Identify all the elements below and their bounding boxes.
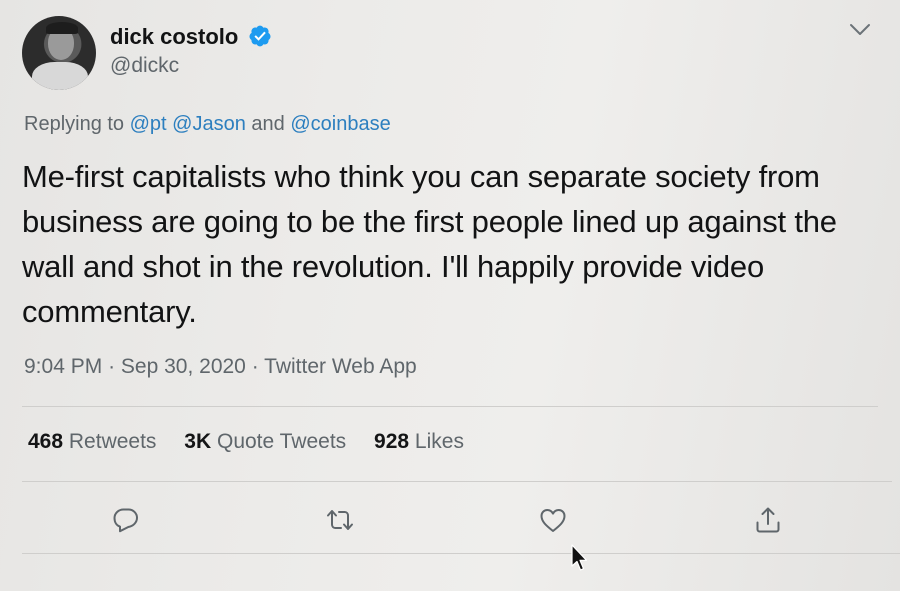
meta-separator: · — [108, 355, 116, 378]
quote-tweets-stat[interactable]: 3K Quote Tweets — [184, 430, 346, 454]
avatar[interactable] — [22, 16, 96, 90]
author-name[interactable]: dick costolo — [110, 24, 238, 50]
mention-coinbase[interactable]: @coinbase — [290, 113, 390, 135]
author-handle[interactable]: @dickc — [110, 54, 179, 78]
like-button[interactable] — [538, 505, 568, 535]
share-button[interactable] — [753, 505, 783, 535]
retweet-button[interactable] — [325, 505, 355, 535]
tweet-time[interactable]: 9:04 PM — [24, 355, 102, 378]
quote-tweets-count: 3K — [184, 430, 212, 453]
likes-label: Likes — [414, 430, 464, 453]
share-icon — [756, 507, 780, 533]
replying-to-line: Replying to @pt @Jason and @coinbase — [24, 113, 391, 136]
avatar-hat — [46, 22, 78, 34]
tweet-meta: 9:04 PM · Sep 30, 2020 · Twitter Web App — [24, 355, 417, 379]
reply-icon — [113, 508, 138, 533]
avatar-shirt — [32, 62, 88, 90]
likes-stat[interactable]: 928 Likes — [374, 430, 464, 454]
tweet-date[interactable]: Sep 30, 2020 — [121, 355, 246, 378]
mouse-pointer-icon — [571, 544, 588, 571]
reply-button[interactable] — [111, 505, 141, 535]
chevron-down-icon[interactable] — [848, 20, 872, 40]
retweet-icon — [327, 510, 353, 530]
replying-prefix: Replying to — [24, 113, 125, 135]
divider — [22, 481, 892, 482]
divider — [22, 553, 900, 554]
retweets-label: Retweets — [68, 430, 157, 453]
mention-pt[interactable]: @pt — [130, 113, 167, 135]
heart-icon — [540, 509, 566, 532]
tweet-client[interactable]: Twitter Web App — [264, 355, 417, 378]
tweet-stats: 468 Retweets 3K Quote Tweets 928 Likes — [28, 430, 486, 454]
verified-badge-icon — [249, 25, 271, 47]
tweet-text: Me-first capitalists who think you can s… — [22, 159, 837, 329]
likes-count: 928 — [374, 430, 410, 453]
quote-tweets-label: Quote Tweets — [216, 430, 347, 453]
retweets-count: 468 — [28, 430, 64, 453]
meta-separator: · — [251, 355, 259, 378]
retweets-stat[interactable]: 468 Retweets — [28, 430, 156, 454]
mention-jason[interactable]: @Jason — [172, 113, 246, 135]
tweet-card: dick costolo @dickc Replying to @pt @Jas… — [0, 0, 900, 591]
divider — [22, 406, 878, 407]
replying-conjunction: and — [251, 113, 285, 135]
